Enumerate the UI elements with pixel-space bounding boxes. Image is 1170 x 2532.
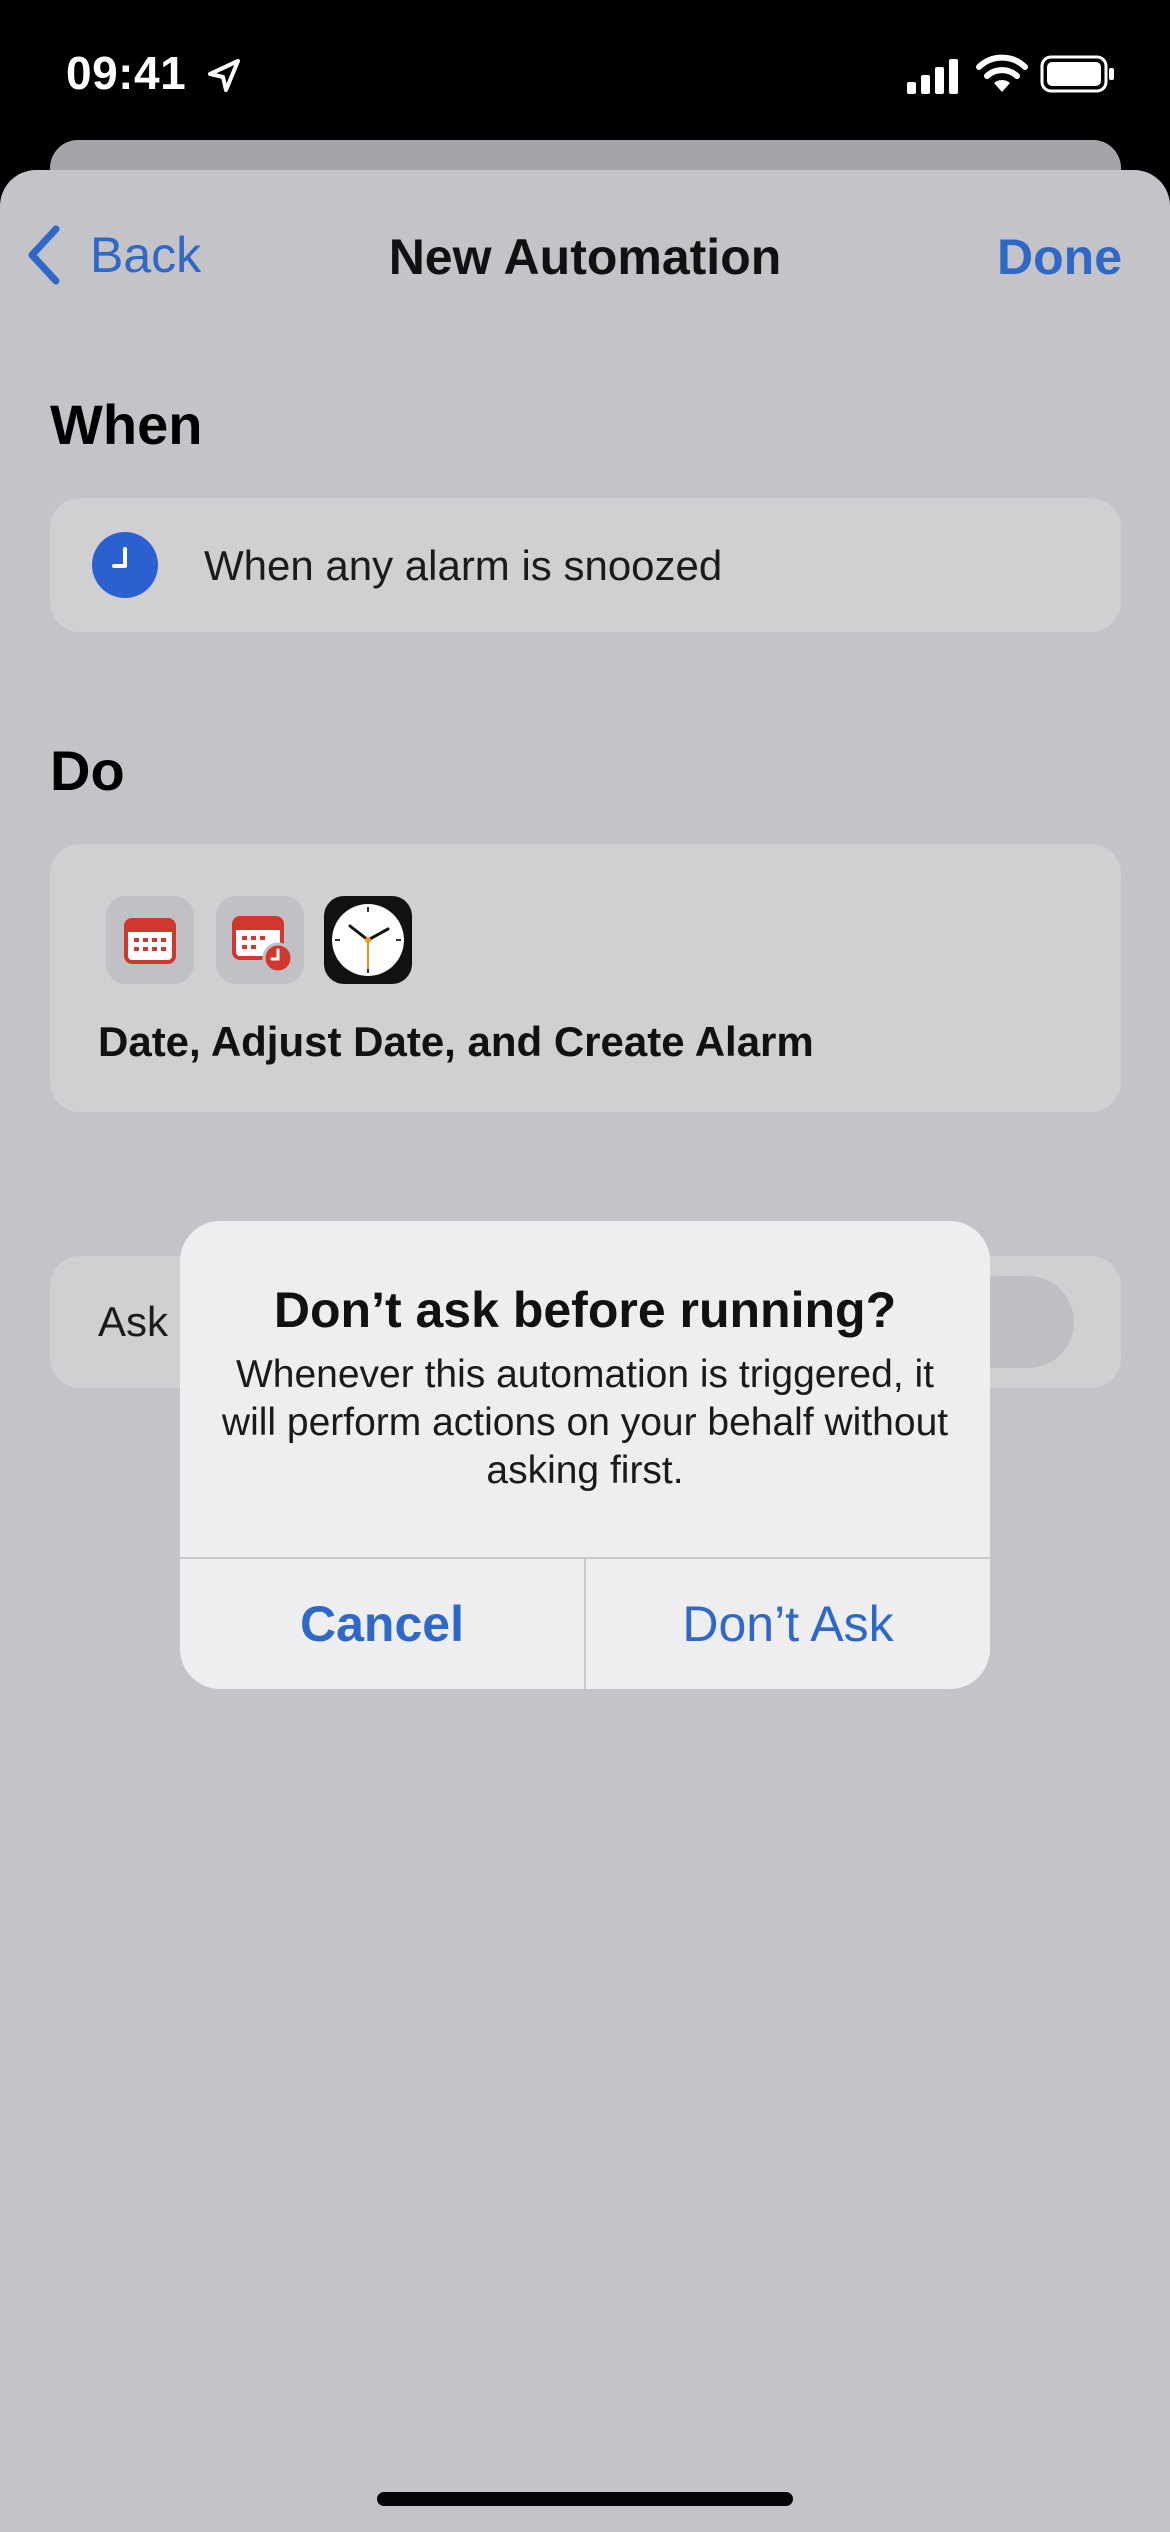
when-trigger-row[interactable]: When any alarm is snoozed [50,498,1121,632]
actions-summary: Date, Adjust Date, and Create Alarm [98,1018,814,1065]
clock-icon [92,532,158,598]
clock-app-icon [324,896,412,984]
alert-message: Whenever this automation is triggered, i… [221,1353,949,1492]
when-heading: When [50,393,203,456]
do-actions-card[interactable]: Date, Adjust Date, and Create Alarm [50,844,1121,1112]
cancel-button[interactable]: Cancel [180,1559,584,1689]
done-button[interactable]: Done [997,228,1122,286]
wifi-icon [976,54,1028,92]
do-heading: Do [50,739,125,802]
page-title: New Automation [388,229,782,285]
location-arrow-icon [208,59,240,92]
home-indicator[interactable] [377,2492,793,2506]
status-time: 09:41 [66,47,187,99]
dont-ask-button[interactable]: Don’t Ask [586,1559,990,1689]
status-bar: 09:41 [0,0,1170,150]
ask-label: Ask [98,1298,169,1345]
battery-icon [1040,55,1114,93]
confirmation-alert: Don’t ask before running? Whenever this … [180,1221,990,1689]
automation-sheet: Back New Automation Done When When any a… [0,170,1170,2532]
cellular-signal-icon [907,59,958,94]
calendar-icon [106,896,194,984]
trigger-text: When any alarm is snoozed [204,542,723,589]
navigation-bar: Back New Automation Done [0,170,1170,340]
alert-title: Don’t ask before running? [273,1282,897,1338]
calendar-clock-icon [216,896,304,984]
